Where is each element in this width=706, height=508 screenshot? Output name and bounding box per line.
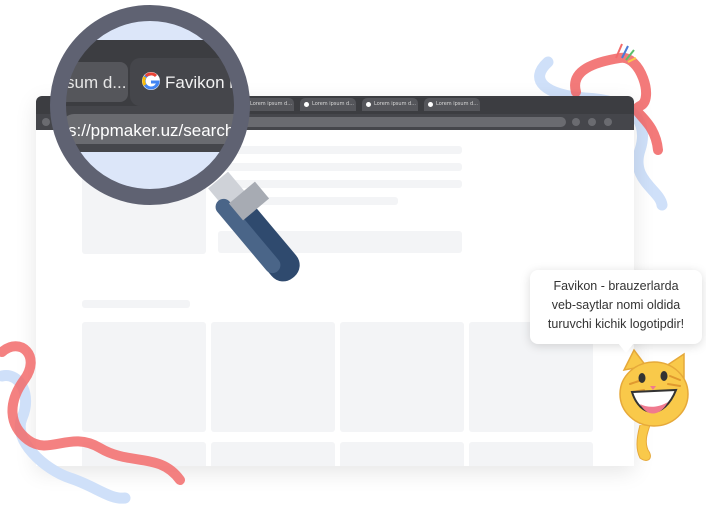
cat-mascot-icon — [619, 348, 689, 461]
illustration-front: sum d... Favikon r s://ppmaker.uz/search — [0, 5, 689, 504]
bubble-line: Favikon - brauzerlarda — [553, 279, 679, 293]
bubble-line: turuvchi kichik logotipdir! — [547, 317, 685, 331]
magnified-url-text: s://ppmaker.uz/search — [68, 121, 234, 140]
confetti-icon — [615, 43, 637, 63]
bubble-line: veb-saytlar nomi oldida — [551, 298, 681, 312]
magnified-tab-label: sum d... — [66, 73, 126, 92]
magnified-active-tab-label: Favikon r — [165, 73, 235, 92]
speech-bubble: Favikon - brauzerlarda veb-saytlar nomi … — [530, 270, 702, 353]
magnifier-handle — [208, 171, 300, 282]
